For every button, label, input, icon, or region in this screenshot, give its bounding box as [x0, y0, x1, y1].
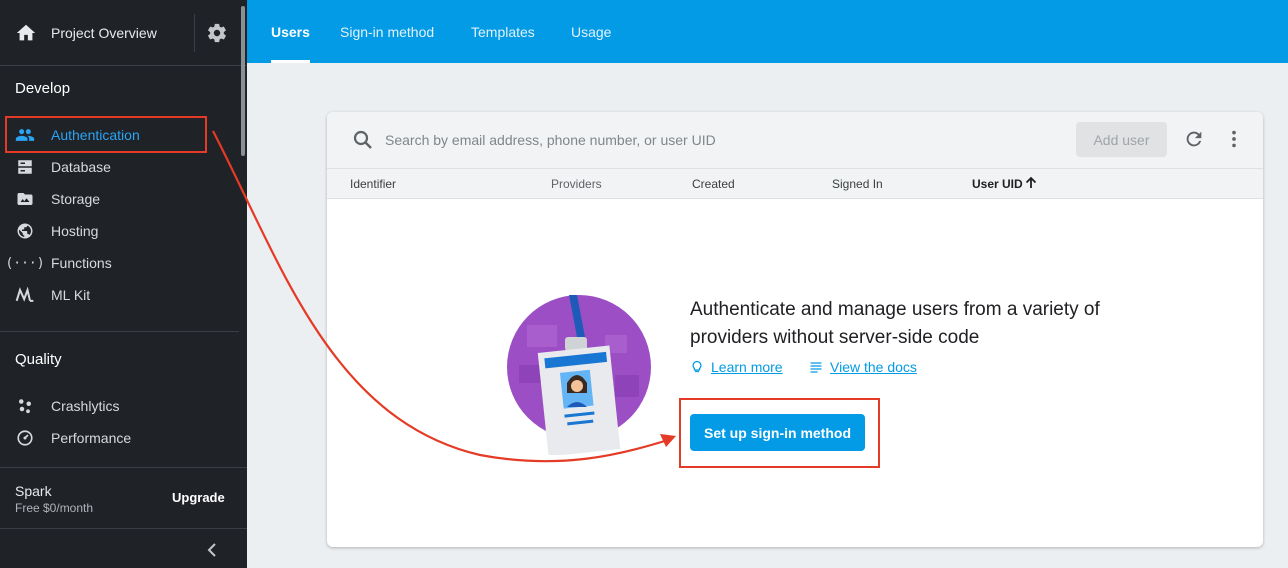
tab-templates[interactable]: Templates — [471, 0, 535, 63]
sidebar-item-crashlytics[interactable]: Crashlytics — [0, 390, 240, 422]
learn-more-text: Learn more — [711, 359, 783, 375]
sidebar-item-label: ML Kit — [51, 287, 91, 303]
quality-heading: Quality — [15, 351, 62, 368]
functions-icon: (···) — [5, 255, 45, 271]
annotation-box-authentication — [5, 116, 207, 153]
sidebar-footer: Spark Free $0/month Upgrade — [0, 467, 247, 568]
plan-name: Spark — [15, 483, 52, 499]
upgrade-button[interactable]: Upgrade — [172, 490, 225, 505]
home-icon[interactable] — [15, 22, 37, 44]
sidebar: Project Overview Develop Authentication … — [0, 0, 247, 568]
tab-users[interactable]: Users — [271, 0, 310, 63]
tab-usage[interactable]: Usage — [571, 0, 611, 63]
empty-state-title: Authenticate and manage users from a var… — [690, 299, 1100, 348]
docs-icon — [810, 362, 822, 373]
sidebar-item-label: Database — [51, 159, 111, 175]
chevron-left-icon[interactable] — [204, 542, 220, 558]
hosting-icon — [15, 221, 35, 241]
tab-sign-in-method[interactable]: Sign-in method — [340, 0, 434, 63]
develop-section: Develop — [0, 80, 70, 97]
sidebar-scrollbar[interactable] — [241, 6, 245, 156]
sidebar-item-label: Performance — [51, 430, 132, 446]
project-overview-link[interactable]: Project Overview — [51, 25, 157, 41]
lightbulb-icon — [692, 360, 702, 373]
sidebar-item-performance[interactable]: Performance — [0, 422, 240, 454]
collapse-row — [0, 528, 247, 568]
sidebar-item-label: Hosting — [51, 223, 99, 239]
sidebar-item-database[interactable]: Database — [0, 151, 240, 183]
quality-items: Crashlytics Performance — [0, 390, 240, 454]
sidebar-item-functions[interactable]: (···) Functions — [0, 247, 240, 279]
mlkit-icon — [15, 285, 35, 305]
performance-icon — [15, 428, 35, 448]
annotation-box-setup-button — [679, 398, 880, 468]
top-tab-bar: Users Sign-in method Templates Usage — [247, 0, 1288, 63]
database-icon — [15, 157, 35, 177]
sidebar-item-storage[interactable]: Storage — [0, 183, 240, 215]
sidebar-item-label: Storage — [51, 191, 101, 207]
column-identifier[interactable]: Identifier — [350, 177, 396, 191]
column-created[interactable]: Created — [692, 177, 735, 191]
refresh-icon[interactable] — [1183, 128, 1205, 150]
column-signed-in[interactable]: Signed In — [832, 177, 883, 191]
id-badge-illustration — [507, 295, 651, 455]
users-card: Add user Identifier Providers Created Si… — [327, 112, 1263, 547]
column-providers[interactable]: Providers — [551, 177, 602, 191]
sidebar-item-label: Functions — [51, 255, 112, 271]
quality-section: Quality — [0, 351, 62, 368]
learn-more-link[interactable]: Learn more — [690, 359, 783, 375]
plan-price: Free $0/month — [15, 501, 94, 515]
gear-icon[interactable] — [206, 22, 228, 44]
more-vert-icon[interactable] — [1223, 128, 1245, 150]
develop-heading: Develop — [15, 80, 71, 97]
search-icon — [353, 130, 372, 149]
storage-icon — [15, 189, 35, 209]
sidebar-header: Project Overview — [0, 0, 247, 66]
sidebar-divider — [0, 331, 239, 332]
table-header: Identifier Providers Created Signed In U… — [327, 168, 1263, 199]
sidebar-item-mlkit[interactable]: ML Kit — [0, 279, 240, 311]
add-user-button[interactable]: Add user — [1076, 122, 1167, 157]
view-docs-link[interactable]: View the docs — [809, 359, 917, 375]
sidebar-item-hosting[interactable]: Hosting — [0, 215, 240, 247]
arrow-up-icon[interactable] — [1024, 176, 1038, 190]
column-user-uid[interactable]: User UID — [972, 177, 1023, 191]
card-toolbar: Add user — [327, 112, 1263, 168]
view-docs-text: View the docs — [830, 359, 917, 375]
search-input[interactable] — [385, 128, 985, 152]
crashlytics-icon — [15, 396, 35, 416]
sidebar-item-label: Crashlytics — [51, 398, 120, 414]
header-divider — [194, 14, 195, 52]
